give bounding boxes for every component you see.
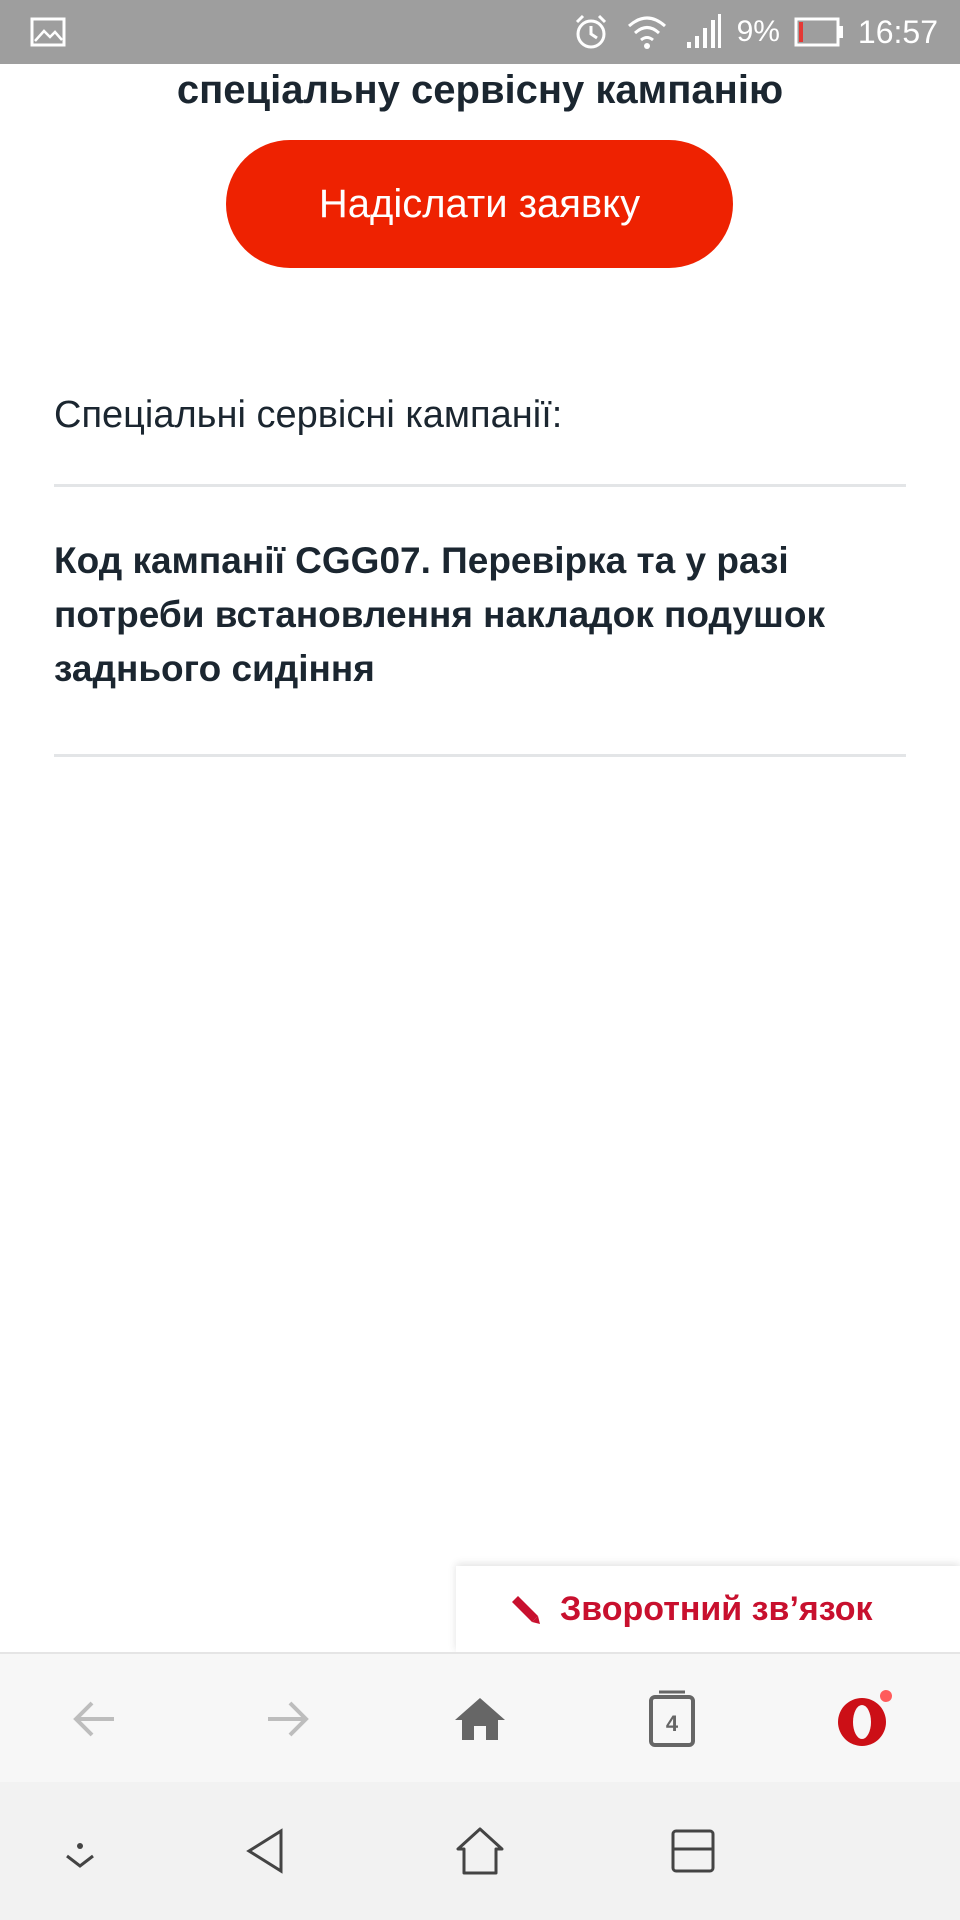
pencil-icon [512,1596,540,1624]
signal-icon [686,14,721,48]
home-nav-button[interactable] [445,1816,515,1886]
forward-button[interactable] [252,1684,322,1754]
status-icons: 9% 16:57 [571,0,938,64]
forward-arrow-icon [268,1701,309,1737]
tabs-button[interactable]: 4 [637,1684,707,1754]
alarm-icon [575,14,606,49]
page-heading: спеціальну сервісну кампанію [176,68,784,112]
feedback-button[interactable]: Зворотний зв’язок [456,1566,960,1652]
status-bar: 9% 16:57 [0,0,960,64]
tabs-icon: 4 [649,1690,695,1747]
recents-nav-button[interactable] [658,1816,728,1886]
tab-count: 4 [666,1711,679,1736]
section-label: Спеціальні сервісні кампанії: [54,394,563,436]
back-triangle-icon [246,1828,283,1874]
wifi-icon [627,16,666,49]
web-page: спеціальну сервісну кампанію Надіслати з… [0,64,960,1652]
opera-menu-icon [838,1690,892,1746]
hide-keyboard-button[interactable] [45,1816,115,1886]
back-arrow-icon [73,1701,114,1737]
divider [54,484,906,487]
clock: 16:57 [857,13,938,50]
home-icon [455,1698,505,1740]
home-outline-icon [456,1827,504,1875]
back-nav-button[interactable] [232,1816,302,1886]
image-icon [30,17,66,47]
feedback-label: Зворотний зв’язок [560,1589,873,1628]
recents-icon [671,1829,715,1873]
hide-keyboard-icon [66,1843,94,1868]
divider [54,754,906,757]
home-button[interactable] [445,1684,515,1754]
opera-menu-button[interactable] [830,1684,900,1754]
battery-icon [794,17,843,47]
battery-percent: 9% [736,15,780,48]
back-button[interactable] [60,1684,130,1754]
browser-toolbar: 4 [0,1652,960,1782]
system-nav-bar [0,1782,960,1920]
campaign-item[interactable]: Код кампанії CGG07. Перевірка та у разі … [54,534,906,696]
submit-request-button[interactable]: Надіслати заявку [226,140,733,268]
